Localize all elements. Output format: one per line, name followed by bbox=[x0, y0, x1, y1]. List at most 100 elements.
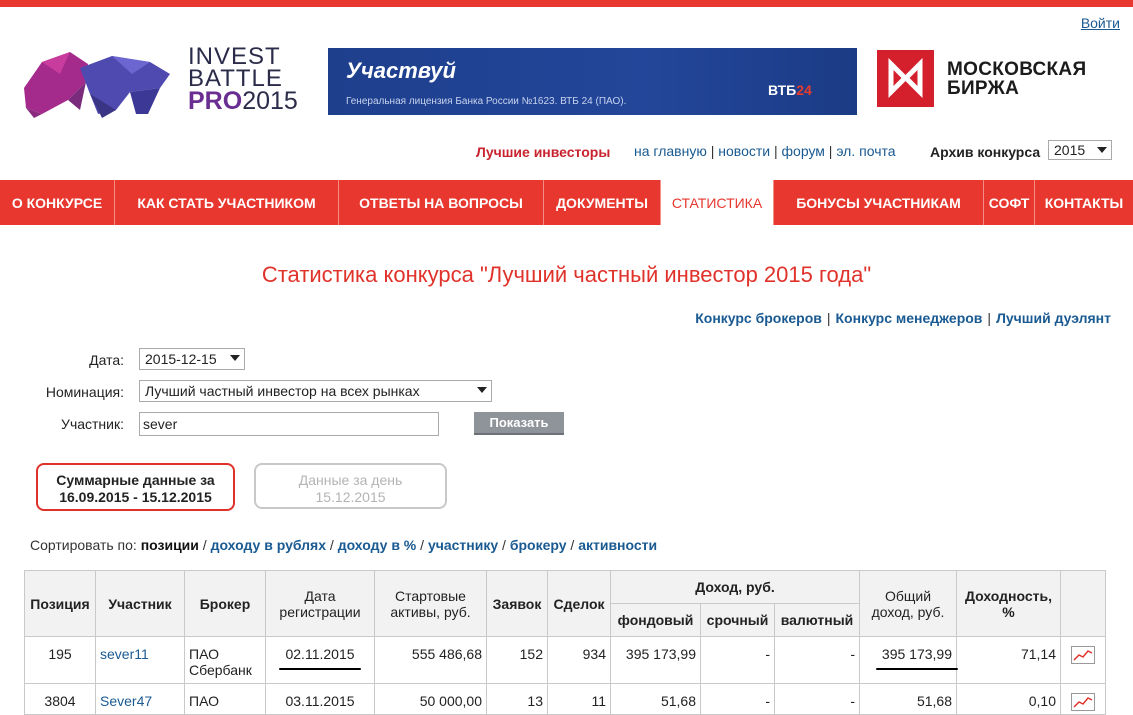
logo-year: 2015 bbox=[242, 87, 298, 115]
best-investors-link[interactable]: Лучшие инвесторы bbox=[476, 144, 610, 160]
header-yield-2: % bbox=[1002, 603, 1015, 620]
login-link[interactable]: Войти bbox=[1081, 15, 1120, 31]
archive-label: Архив конкурса bbox=[930, 144, 1041, 160]
menu-item-documents[interactable]: ДОКУМЕНТЫ bbox=[544, 180, 661, 225]
news-link[interactable]: новости bbox=[718, 143, 770, 159]
header-total-income-2: доход, руб. bbox=[871, 603, 945, 620]
menu-item-soft[interactable]: СОФТ bbox=[984, 180, 1035, 225]
header-income-group: Доход, руб. bbox=[610, 570, 860, 604]
bull-bear-icon bbox=[24, 52, 170, 118]
cell-deals: 934 bbox=[547, 636, 611, 684]
cell-income-stock: 51,68 bbox=[610, 683, 701, 715]
archive-year-select[interactable]: 2015 bbox=[1048, 140, 1112, 160]
participant-label: Участник: bbox=[61, 416, 124, 432]
chart-icon[interactable] bbox=[1071, 693, 1095, 711]
sort-by-income-rub[interactable]: доходу в рублях bbox=[211, 537, 326, 553]
cell-reg-date: 02.11.2015 bbox=[265, 636, 375, 684]
date-value: 2015-12-15 bbox=[145, 351, 217, 367]
sort-current: позиции bbox=[140, 537, 199, 553]
show-button[interactable]: Показать bbox=[474, 412, 564, 435]
managers-contest-link[interactable]: Конкурс менеджеров bbox=[836, 310, 983, 326]
cell-income-futures: - bbox=[700, 683, 775, 715]
chevron-down-icon bbox=[1097, 147, 1107, 153]
best-duelist-link[interactable]: Лучший дуэлянт bbox=[996, 310, 1111, 326]
stats-table: Позиция Участник Брокер Дата регистрации … bbox=[24, 570, 1106, 715]
menu-item-about[interactable]: О КОНКУРСЕ bbox=[0, 180, 115, 225]
header-total-income[interactable]: Общий доход, руб. bbox=[859, 570, 957, 637]
sort-by-participant[interactable]: участнику bbox=[428, 537, 498, 553]
cell-broker-2: Сбербанк bbox=[189, 662, 252, 678]
cell-income-futures: - bbox=[700, 636, 775, 684]
cell-orders: 13 bbox=[486, 683, 548, 715]
sort-by-broker[interactable]: брокеру bbox=[510, 537, 567, 553]
tab-day-line1: Данные за день bbox=[298, 472, 403, 488]
header-participant[interactable]: Участник bbox=[95, 570, 185, 637]
header-total-income-1: Общий bbox=[884, 587, 932, 604]
moex-logo[interactable]: МОСКОВСКАЯ БИРЖА bbox=[877, 50, 1107, 108]
moex-mark-icon bbox=[877, 50, 934, 107]
cell-broker-1: ПАО bbox=[189, 646, 219, 662]
moex-line2: БИРЖА bbox=[947, 78, 1020, 99]
invest-battle-logo[interactable]: INVEST BATTLE PRO2015 bbox=[20, 44, 310, 120]
cell-broker: ПАО Сбербанк bbox=[184, 636, 266, 684]
header-chart bbox=[1060, 570, 1106, 637]
header-position[interactable]: Позиция bbox=[24, 570, 96, 637]
moex-line1: МОСКОВСКАЯ bbox=[947, 59, 1087, 80]
main-menu: О КОНКУРСЕ КАК СТАТЬ УЧАСТНИКОМ ОТВЕТЫ Н… bbox=[0, 180, 1133, 225]
cell-chart bbox=[1060, 636, 1106, 684]
header-income-stock[interactable]: фондовый bbox=[610, 603, 701, 637]
header-start-assets-2: активы, руб. bbox=[390, 603, 471, 620]
menu-item-contacts[interactable]: КОНТАКТЫ bbox=[1035, 180, 1133, 225]
cell-yield: 71,14 bbox=[956, 636, 1061, 684]
brokers-contest-link[interactable]: Конкурс брокеров bbox=[695, 310, 822, 326]
sort-by-activity[interactable]: активности bbox=[578, 537, 657, 553]
menu-item-faq[interactable]: ОТВЕТЫ НА ВОПРОСЫ bbox=[339, 180, 544, 225]
cell-broker: ПАО bbox=[184, 683, 266, 715]
tab-day[interactable]: Данные за день 15.12.2015 bbox=[254, 463, 447, 509]
menu-item-how-to-join[interactable]: КАК СТАТЬ УЧАСТНИКОМ bbox=[115, 180, 339, 225]
cell-start-assets: 555 486,68 bbox=[374, 636, 487, 684]
menu-item-bonuses[interactable]: БОНУСЫ УЧАСТНИКАМ bbox=[774, 180, 984, 225]
banner-title: Участвуй bbox=[346, 58, 456, 83]
home-link[interactable]: на главную bbox=[634, 143, 707, 159]
header-yield[interactable]: Доходность,% bbox=[956, 570, 1061, 637]
tab-summary[interactable]: Суммарные данные за 16.09.2015 - 15.12.2… bbox=[36, 463, 235, 511]
header-income-fx[interactable]: валютный bbox=[774, 603, 860, 637]
menu-item-statistics[interactable]: СТАТИСТИКА bbox=[661, 180, 774, 225]
cell-reg-date: 03.11.2015 bbox=[265, 683, 375, 715]
date-select[interactable]: 2015-12-15 bbox=[139, 348, 245, 370]
forum-link[interactable]: форум bbox=[782, 143, 825, 159]
cell-deals: 11 bbox=[547, 683, 611, 715]
header-broker[interactable]: Брокер bbox=[184, 570, 266, 637]
date-label: Дата: bbox=[89, 352, 124, 368]
participant-link[interactable]: Sever47 bbox=[100, 693, 152, 709]
header-reg-date[interactable]: Дата регистрации bbox=[265, 570, 375, 637]
cell-total-income: 395 173,99 bbox=[859, 636, 959, 684]
archive-year-value: 2015 bbox=[1054, 142, 1086, 158]
sort-by-income-pct[interactable]: доходу в % bbox=[338, 537, 417, 553]
email-link[interactable]: эл. почта bbox=[836, 143, 895, 159]
tab-summary-line2: 16.09.2015 - 15.12.2015 bbox=[59, 489, 212, 505]
cell-position: 195 bbox=[24, 636, 96, 684]
chevron-down-icon bbox=[477, 387, 487, 393]
vtb-banner[interactable]: Участвуй Генеральная лицензия Банка Росс… bbox=[328, 48, 857, 115]
header-income-futures[interactable]: срочный bbox=[700, 603, 775, 637]
header-start-assets-1: Стартовые bbox=[395, 587, 466, 604]
page-title: Статистика конкурса "Лучший частный инве… bbox=[261, 262, 872, 287]
chart-icon[interactable] bbox=[1071, 646, 1095, 664]
sort-bar: Сортировать по: позиции / доходу в рубля… bbox=[30, 537, 658, 553]
total-income-value: 395 173,99 bbox=[875, 646, 959, 670]
participant-input[interactable]: sever bbox=[139, 412, 439, 436]
nomination-value: Лучший частный инвестор на всех рынках bbox=[145, 383, 420, 399]
vtb-logo: ВТБ24 bbox=[768, 82, 812, 98]
cell-income-stock: 395 173,99 bbox=[610, 636, 701, 684]
header-reg-date-1: Дата bbox=[304, 587, 336, 604]
participant-link[interactable]: sever11 bbox=[100, 646, 149, 662]
header-reg-date-2: регистрации bbox=[279, 603, 361, 620]
reg-date-value: 02.11.2015 bbox=[279, 646, 361, 670]
header-orders[interactable]: Заявок bbox=[486, 570, 548, 637]
nomination-select[interactable]: Лучший частный инвестор на всех рынках bbox=[139, 380, 492, 402]
header-start-assets[interactable]: Стартовые активы, руб. bbox=[374, 570, 487, 637]
sub-navigation: Лучшие инвесторы на главную | новости | … bbox=[476, 143, 1041, 160]
header-deals[interactable]: Сделок bbox=[547, 570, 611, 637]
